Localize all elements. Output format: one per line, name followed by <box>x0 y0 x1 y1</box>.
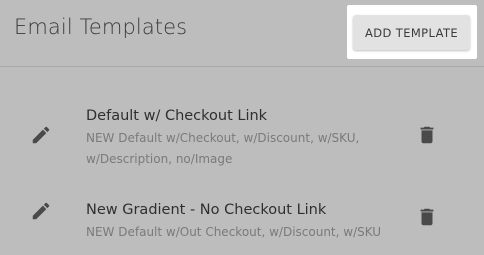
add-template-highlight: ADD TEMPLATE <box>347 5 477 59</box>
template-description: NEW Default w/Out Checkout, w/Discount, … <box>86 225 382 239</box>
template-list-item[interactable]: New Gradient - No Checkout Link NEW Defa… <box>0 190 484 250</box>
delete-trash-icon[interactable] <box>416 124 438 146</box>
page-header: Email Templates ADD TEMPLATE <box>0 0 484 67</box>
template-title: Default w/ Checkout Link <box>86 108 268 124</box>
delete-trash-icon[interactable] <box>416 206 438 228</box>
edit-pencil-icon[interactable] <box>30 124 52 146</box>
template-title: New Gradient - No Checkout Link <box>86 202 327 218</box>
page-title: Email Templates <box>14 15 188 39</box>
template-text: Default w/ Checkout Link NEW Default w/C… <box>86 106 386 170</box>
template-description: NEW Default w/Checkout, w/Discount, w/SK… <box>86 131 360 166</box>
template-list-item[interactable]: Default w/ Checkout Link NEW Default w/C… <box>0 96 484 182</box>
edit-pencil-icon[interactable] <box>30 200 52 222</box>
template-text: New Gradient - No Checkout Link NEW Defa… <box>86 200 386 243</box>
add-template-button[interactable]: ADD TEMPLATE <box>353 15 470 50</box>
